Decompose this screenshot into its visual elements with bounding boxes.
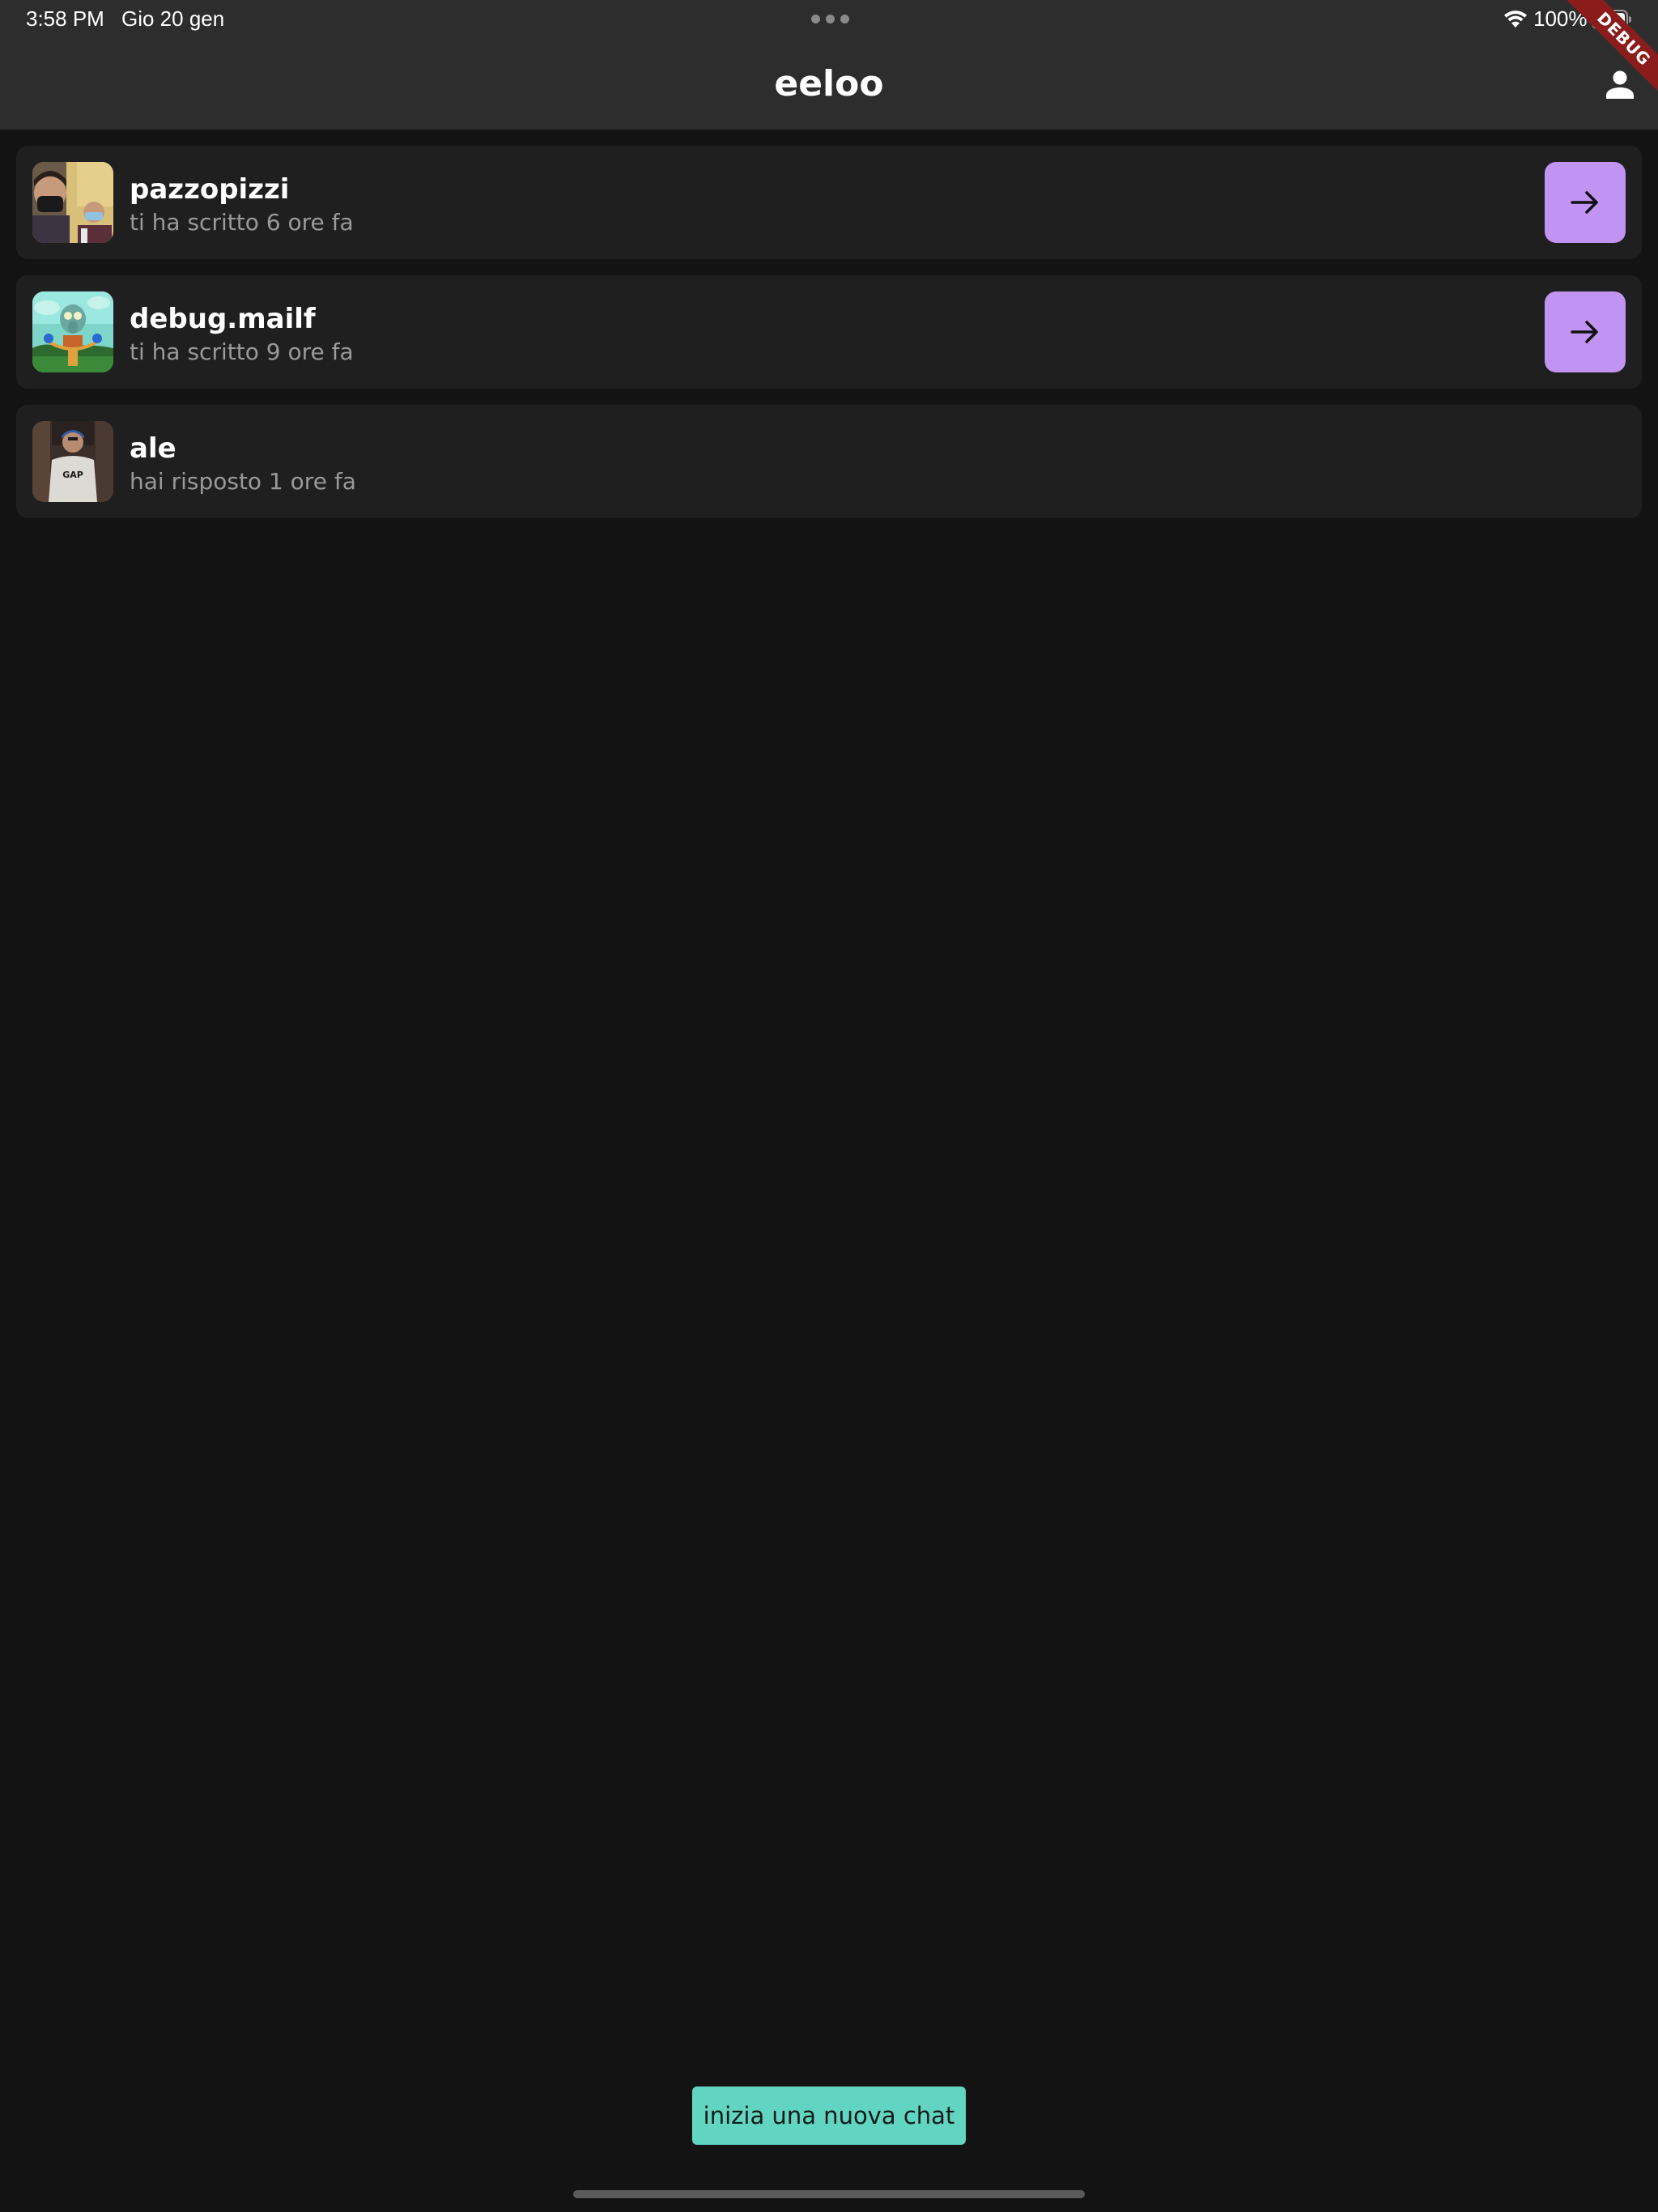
status-time: 3:58 PM (26, 6, 104, 31)
open-chat-button[interactable] (1545, 162, 1626, 243)
page-title: eeloo (774, 63, 884, 104)
wifi-icon (1504, 11, 1527, 28)
open-chat-button[interactable] (1545, 291, 1626, 372)
home-indicator[interactable] (573, 2190, 1085, 2198)
chat-last-activity: hai risposto 1 ore fa (130, 468, 356, 495)
chat-item-debug-mailf[interactable]: debug.mailf ti ha scritto 9 ore fa (16, 275, 1642, 389)
chat-name: pazzopizzi (130, 173, 290, 206)
chat-item-pazzopizzi[interactable]: pazzopizzi ti ha scritto 6 ore fa (16, 146, 1642, 259)
svg-text:GAP: GAP (62, 470, 83, 480)
chat-last-activity: ti ha scritto 9 ore fa (130, 338, 354, 365)
person-icon[interactable] (1605, 70, 1635, 100)
avatar (32, 162, 113, 243)
new-chat-button[interactable]: inizia una nuova chat (692, 2087, 966, 2145)
chat-list: pazzopizzi ti ha scritto 6 ore fa debug.… (16, 146, 1642, 534)
avatar (32, 291, 113, 372)
arrow-right-icon (1571, 321, 1598, 343)
chat-item-ale[interactable]: GAP ale hai risposto 1 ore fa (16, 405, 1642, 518)
chat-name: debug.mailf (130, 303, 316, 335)
chat-last-activity: ti ha scritto 6 ore fa (130, 209, 354, 236)
chat-list-screen: 3:58 PM Gio 20 gen 100% DEBUG eeloo pazz… (0, 0, 1658, 2212)
status-bar: 3:58 PM Gio 20 gen 100% (0, 0, 1658, 39)
arrow-right-icon (1571, 191, 1598, 214)
avatar: GAP (32, 421, 113, 502)
multitasking-dots-icon[interactable] (811, 15, 849, 23)
status-date: Gio 20 gen (121, 6, 225, 31)
chat-name: ale (130, 432, 176, 465)
